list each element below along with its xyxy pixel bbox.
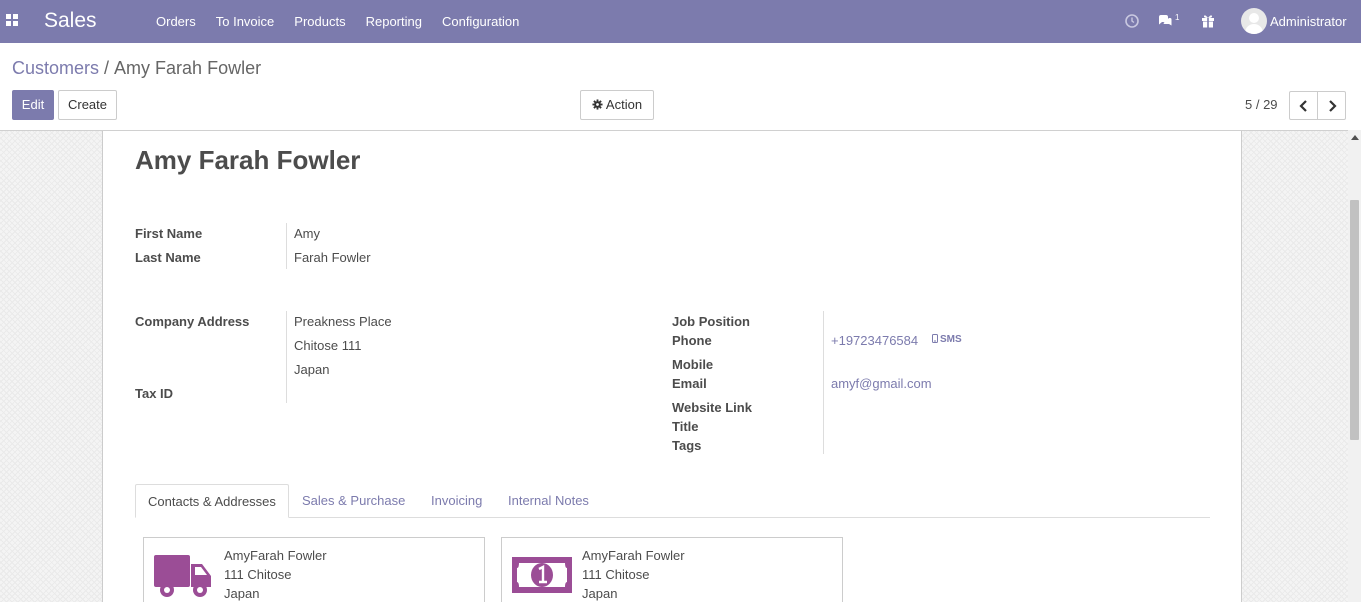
title-label: Title	[672, 419, 699, 434]
chevron-left-icon	[1299, 100, 1307, 112]
main-menu: Orders To Invoice Products Reporting Con…	[146, 0, 529, 43]
email-value[interactable]: amyf@gmail.com	[831, 376, 932, 391]
last-name-value: Farah Fowler	[294, 250, 371, 265]
pager-value[interactable]: 5 / 29	[1245, 97, 1278, 112]
breadcrumb-separator: /	[104, 58, 110, 78]
field-divider	[286, 223, 287, 269]
address-city-zip: Chitose 111	[294, 338, 362, 353]
menu-item-configuration[interactable]: Configuration	[432, 0, 529, 43]
contact-name: AmyFarah Fowler	[224, 548, 327, 563]
tab-sales-purchase[interactable]: Sales & Purchase	[302, 484, 405, 518]
delivery-truck-icon	[154, 555, 211, 597]
field-divider	[823, 311, 824, 454]
tags-label: Tags	[672, 438, 702, 453]
first-name-value: Amy	[294, 226, 320, 241]
chevron-right-icon	[1329, 100, 1337, 112]
address-street: Preakness Place	[294, 314, 392, 329]
breadcrumb-current: Amy Farah Fowler	[114, 58, 262, 78]
vertical-scrollbar[interactable]	[1348, 130, 1361, 602]
breadcrumb: Customers / Amy Farah Fowler	[12, 58, 261, 79]
tab-internal-notes[interactable]: Internal Notes	[508, 484, 589, 518]
menu-item-products[interactable]: Products	[284, 0, 355, 43]
activity-clock-icon[interactable]	[1124, 13, 1140, 29]
menu-item-orders[interactable]: Orders	[146, 0, 206, 43]
mobile-phone-icon	[932, 334, 938, 343]
contact-address-line: 111 Chitose	[224, 567, 292, 582]
contact-country: Japan	[224, 586, 260, 601]
tab-invoicing[interactable]: Invoicing	[431, 484, 482, 518]
mobile-label: Mobile	[672, 357, 714, 372]
contact-name: AmyFarah Fowler	[582, 548, 685, 563]
notebook-tabs: Contacts & Addresses Sales & Purchase In…	[135, 484, 1210, 518]
sms-label: SMS	[940, 334, 962, 345]
breadcrumb-customers-link[interactable]: Customers	[12, 58, 99, 78]
menu-item-reporting[interactable]: Reporting	[356, 0, 432, 43]
top-navbar: Sales Orders To Invoice Products Reporti…	[0, 0, 1361, 43]
chat-messages-icon[interactable]	[1157, 13, 1173, 29]
partner-name-title: Amy Farah Fowler	[135, 145, 361, 175]
chat-count-badge: 1	[1175, 13, 1180, 22]
last-name-label: Last Name	[135, 250, 201, 265]
job-position-label: Job Position	[672, 314, 750, 329]
action-button[interactable]: Action	[580, 90, 654, 120]
contact-address-line: 111 Chitose	[582, 567, 650, 582]
scrollbar-thumb[interactable]	[1350, 200, 1359, 440]
address-country: Japan	[294, 362, 330, 377]
menu-item-to-invoice[interactable]: To Invoice	[206, 0, 285, 43]
first-name-label: First Name	[135, 226, 203, 241]
contact-country: Japan	[582, 586, 618, 601]
tab-contacts-addresses[interactable]: Contacts & Addresses	[135, 484, 289, 518]
form-content-area: Amy Farah Fowler First Name Amy Last Nam…	[0, 130, 1348, 602]
contact-card-delivery[interactable]: AmyFarah Fowler 111 Chitose Japan	[143, 537, 485, 602]
gear-icon	[592, 99, 603, 110]
phone-value[interactable]: +19723476584	[831, 333, 918, 348]
scroll-up-arrow-icon[interactable]	[1351, 135, 1359, 140]
edit-button[interactable]: Edit	[12, 90, 54, 120]
invoice-money-icon	[512, 557, 572, 593]
app-title[interactable]: Sales	[44, 9, 97, 33]
tax-id-label: Tax ID	[135, 386, 174, 401]
send-sms-button[interactable]: SMS	[932, 334, 962, 345]
gift-icon[interactable]	[1200, 13, 1216, 29]
pager-next-button[interactable]	[1317, 91, 1346, 120]
pager-previous-button[interactable]	[1289, 91, 1318, 120]
company-address-label: Company Address	[135, 314, 250, 329]
user-menu-name[interactable]: Administrator	[1270, 14, 1347, 29]
phone-label: Phone	[672, 333, 712, 348]
create-button[interactable]: Create	[58, 90, 117, 120]
form-sheet: Amy Farah Fowler First Name Amy Last Nam…	[102, 131, 1242, 602]
field-divider	[286, 311, 287, 403]
action-button-label: Action	[605, 97, 643, 112]
website-link-label: Website Link	[672, 400, 752, 415]
email-label: Email	[672, 376, 707, 391]
contact-card-invoice[interactable]: AmyFarah Fowler 111 Chitose Japan	[501, 537, 843, 602]
user-avatar[interactable]	[1241, 8, 1267, 34]
apps-menu-icon[interactable]	[6, 14, 19, 27]
